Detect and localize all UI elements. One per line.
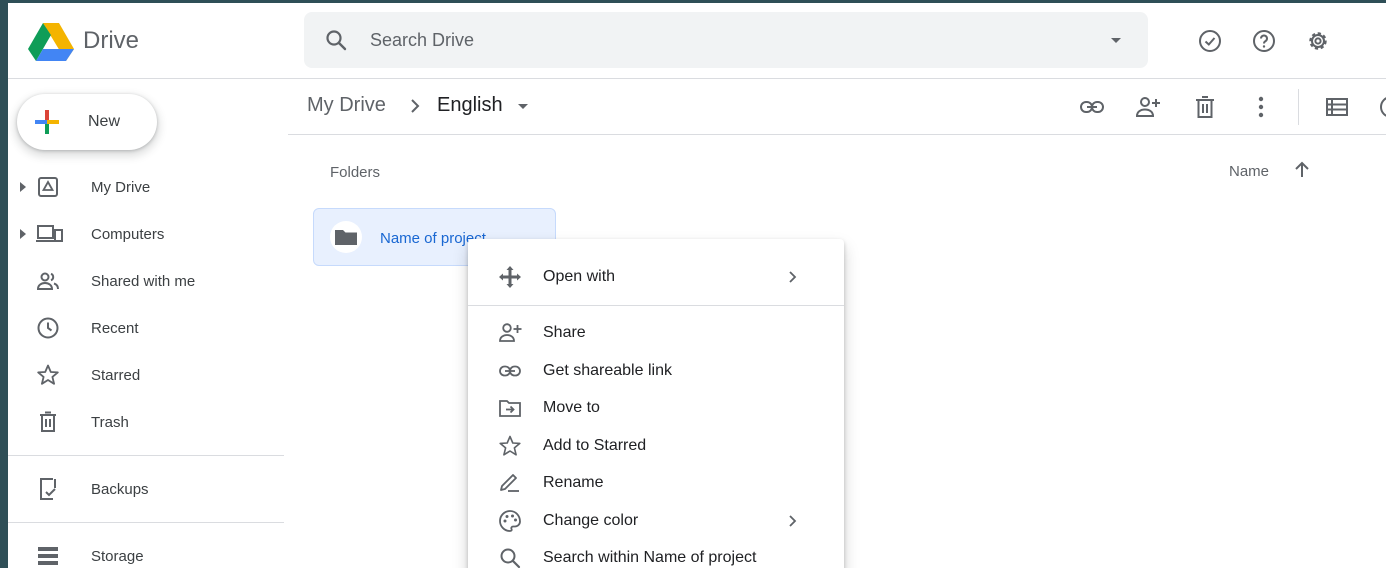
sidebar-item-recent[interactable]: Recent: [8, 308, 288, 348]
trash-icon: [40, 411, 56, 432]
sidebar-item-storage[interactable]: Storage: [8, 536, 288, 568]
sidebar: New My Drive Computers Shared with me Re…: [8, 79, 288, 568]
sidebar-item-label: Storage: [91, 548, 144, 565]
menu-item-share[interactable]: Share: [468, 314, 844, 351]
rename-icon: [500, 474, 519, 492]
sidebar-item-backups[interactable]: Backups: [8, 469, 288, 509]
menu-item-rename[interactable]: Rename: [468, 464, 844, 501]
sort-by-name-button[interactable]: Name: [1229, 163, 1269, 180]
sidebar-item-label: Recent: [91, 320, 139, 337]
context-menu: Open with Share Get shareable link Move …: [468, 239, 844, 568]
menu-item-label: Add to Starred: [543, 437, 647, 454]
menu-item-label: Open with: [543, 268, 616, 285]
expand-caret-icon[interactable]: [17, 180, 29, 194]
sidebar-item-computers[interactable]: Computers: [8, 214, 288, 254]
window-frame-left: [0, 0, 8, 568]
search-icon: [500, 548, 521, 568]
breadcrumb-root[interactable]: My Drive: [307, 94, 386, 117]
arrow-up-icon[interactable]: [1292, 160, 1312, 180]
open-with-icon: [499, 266, 521, 288]
search-icon[interactable]: [324, 28, 348, 52]
check-circle-icon[interactable]: [1197, 28, 1223, 54]
settings-icon[interactable]: [1305, 28, 1331, 54]
link-icon: [499, 365, 521, 377]
sidebar-item-my-drive[interactable]: My Drive: [8, 167, 288, 207]
drive-logo-icon[interactable]: [28, 23, 74, 61]
list-view-icon[interactable]: [1324, 94, 1350, 120]
menu-item-label: Rename: [543, 474, 604, 491]
search-options-dropdown-icon[interactable]: [1104, 28, 1128, 52]
sidebar-divider: [8, 455, 284, 456]
menu-divider: [468, 305, 844, 306]
sidebar-item-label: My Drive: [91, 179, 151, 196]
folder-icon: [330, 221, 362, 253]
my-drive-icon: [38, 177, 58, 197]
chevron-right-icon: [789, 271, 797, 283]
chevron-right-icon: [789, 515, 797, 527]
menu-item-label: Share: [543, 324, 586, 341]
menu-item-move-to[interactable]: Move to: [468, 389, 844, 426]
menu-item-open-with[interactable]: Open with: [468, 258, 844, 295]
sidebar-item-label: Shared with me: [91, 273, 196, 290]
chevron-down-icon[interactable]: [514, 97, 532, 115]
backup-icon: [40, 478, 56, 500]
toolbar-divider: [1298, 89, 1299, 125]
menu-item-change-color[interactable]: Change color: [468, 502, 844, 539]
app-name[interactable]: Drive: [83, 27, 139, 55]
new-button-label: New: [88, 113, 121, 130]
sidebar-item-starred[interactable]: Starred: [8, 355, 288, 395]
people-icon: [36, 272, 59, 290]
more-vert-icon[interactable]: [1248, 94, 1274, 120]
menu-item-search-within[interactable]: Search within Name of project: [468, 539, 844, 568]
sidebar-item-shared-with-me[interactable]: Shared with me: [8, 261, 288, 301]
search-bar[interactable]: [304, 12, 1148, 68]
sidebar-item-label: Computers: [91, 226, 165, 243]
link-icon[interactable]: [1079, 94, 1105, 120]
menu-item-label: Search within Name of project: [543, 549, 757, 566]
sidebar-item-label: Starred: [91, 367, 141, 384]
breadcrumb-current[interactable]: English: [437, 94, 503, 117]
star-icon: [499, 435, 521, 456]
info-icon[interactable]: [1378, 94, 1386, 120]
palette-icon: [499, 510, 521, 532]
star-icon: [37, 364, 59, 385]
menu-item-get-shareable-link[interactable]: Get shareable link: [468, 352, 844, 389]
sidebar-item-label: Trash: [91, 414, 129, 431]
sidebar-divider: [8, 522, 284, 523]
menu-item-label: Move to: [543, 399, 600, 416]
add-person-icon[interactable]: [1135, 94, 1161, 120]
help-icon[interactable]: [1251, 28, 1277, 54]
app-header: Drive: [8, 3, 1386, 79]
clock-icon: [37, 317, 59, 339]
chevron-right-icon: [411, 99, 420, 113]
storage-icon: [38, 547, 58, 565]
search-input[interactable]: [370, 22, 1070, 58]
breadcrumb-toolbar: My Drive English: [288, 79, 1386, 135]
menu-item-label: Get shareable link: [543, 362, 672, 379]
section-heading-folders: Folders: [330, 164, 381, 181]
add-person-icon: [499, 323, 522, 342]
menu-item-add-to-starred[interactable]: Add to Starred: [468, 427, 844, 464]
plus-icon: [35, 110, 59, 134]
sidebar-item-trash[interactable]: Trash: [8, 402, 288, 442]
sidebar-item-label: Backups: [91, 481, 149, 498]
trash-icon[interactable]: [1192, 94, 1218, 120]
computers-icon: [36, 225, 63, 242]
menu-item-label: Change color: [543, 512, 639, 529]
new-button[interactable]: New: [17, 94, 157, 150]
move-to-icon: [499, 400, 521, 417]
expand-caret-icon[interactable]: [17, 227, 29, 241]
